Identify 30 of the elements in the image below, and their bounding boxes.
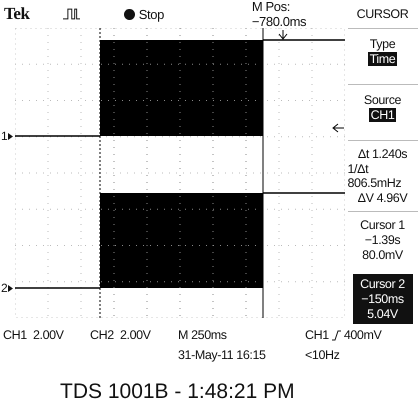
stop-dot-icon <box>124 8 135 20</box>
menu-title: CURSOR <box>348 0 418 29</box>
date-time: 31-May-11 16:15 <box>178 348 267 362</box>
menu-value[interactable]: Time <box>368 52 398 66</box>
brand-logo: Tek <box>4 4 31 24</box>
trigger-level: 400mV <box>344 328 382 342</box>
cursor-label: Cursor 2 <box>360 277 405 291</box>
cursor-readout: Δt 1.240s <box>358 147 408 161</box>
menu-value[interactable]: CH1 <box>368 108 396 122</box>
cursor-menu-item[interactable]: Cursor 1 −1.39s 80.0mV <box>348 212 418 268</box>
timebase-readout: M 250ms <box>178 328 228 342</box>
channel-scale: CH1 2.00V <box>3 328 65 342</box>
cursor-label: Cursor 1 <box>360 218 405 232</box>
run-state: Stop <box>138 6 165 22</box>
capture-caption: TDS 1001B - 1:48:21 PM <box>60 380 296 404</box>
trigger-source: CH1 <box>305 328 329 342</box>
cursor-value: −1.39s <box>364 233 400 247</box>
cursor-menu-item[interactable]: Cursor 2 −150ms 5.04V <box>352 274 412 324</box>
cursor-value: 80.0mV <box>362 248 403 262</box>
cursor-readout: 1/Δt 806.5mHz <box>348 162 402 190</box>
position-readout: M Pos: −780.0ms <box>252 0 308 29</box>
pulse-icon <box>62 8 80 20</box>
rising-edge-icon <box>332 330 341 340</box>
cursor-value: 5.04V <box>367 307 398 321</box>
cursor-value: −150ms <box>361 292 404 306</box>
channel-scale: CH2 2.00V <box>90 328 152 342</box>
menu-label: Type <box>370 37 396 51</box>
trigger-frequency: <10Hz <box>305 348 340 362</box>
cursor-readout: ΔV 4.96V <box>358 191 408 205</box>
menu-label: Source <box>364 93 402 107</box>
